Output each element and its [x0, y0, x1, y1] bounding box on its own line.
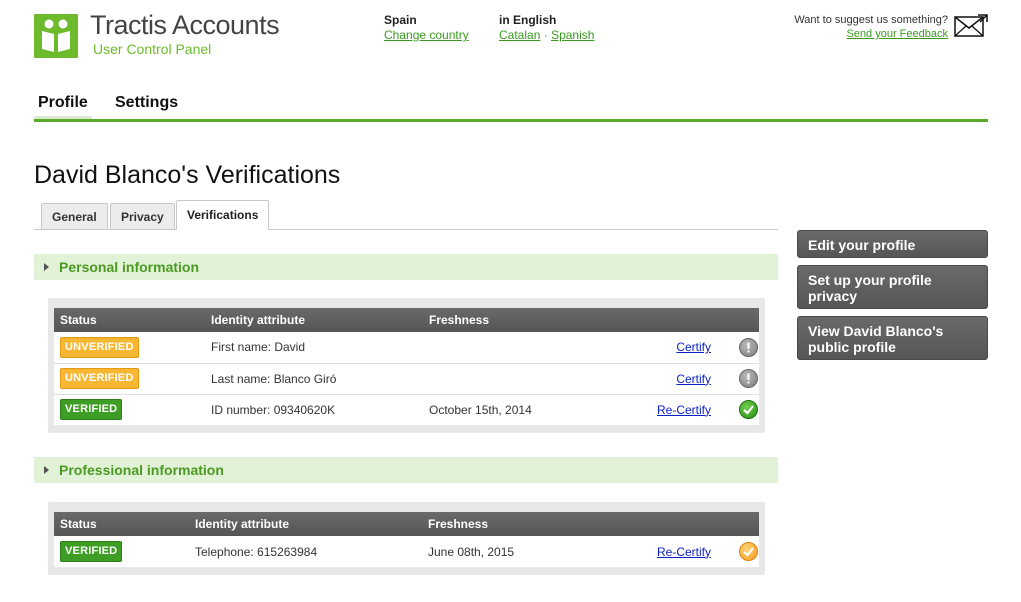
- identity-attribute: First name: David: [205, 332, 423, 364]
- tabs-baseline: [34, 229, 778, 230]
- language-label: in English: [499, 13, 557, 27]
- column-header-freshness: Freshness: [423, 308, 613, 332]
- nav-divider: [34, 119, 988, 122]
- status-badge: UNVERIFIED: [60, 336, 139, 358]
- tractis-logo-icon: [34, 14, 78, 58]
- tab-privacy[interactable]: Privacy: [110, 203, 175, 230]
- table-header-row: Status Identity attribute Freshness: [54, 308, 759, 332]
- column-header-status: Status: [54, 308, 205, 332]
- identity-attribute: ID number: 09340620K: [211, 402, 336, 417]
- recertify-link[interactable]: Re-Certify: [657, 545, 711, 559]
- table-row: UNVERIFIED First name: David Certify: [54, 332, 759, 364]
- column-header-attribute: Identity attribute: [205, 308, 423, 332]
- nav-settings[interactable]: Settings: [111, 92, 182, 119]
- tab-verifications[interactable]: Verifications: [176, 200, 270, 230]
- page-title: David Blanco's Verifications: [34, 161, 341, 189]
- tab-general[interactable]: General: [41, 203, 108, 230]
- country-label: Spain: [384, 13, 417, 27]
- section-professional-header[interactable]: Professional information: [34, 457, 778, 483]
- status-badge: VERIFIED: [60, 399, 123, 421]
- change-country-link[interactable]: Change country: [384, 28, 469, 42]
- professional-verifications-table: Status Identity attribute Freshness VERI…: [54, 512, 759, 567]
- recertify-link[interactable]: Re-Certify: [657, 403, 711, 417]
- profile-privacy-button[interactable]: Set up your profile privacy: [797, 265, 988, 309]
- freshness: [423, 363, 613, 395]
- catalan-link[interactable]: Catalan: [499, 28, 540, 42]
- status-badge: VERIFIED: [60, 541, 123, 562]
- freshness: October 15th, 2014: [429, 402, 532, 417]
- column-header-freshness: Freshness: [422, 512, 612, 536]
- language-block: in English Catalan · Spanish: [499, 13, 594, 43]
- section-personal-header[interactable]: Personal information: [34, 254, 778, 280]
- freshness: [423, 332, 613, 364]
- feedback-block: Want to suggest us something? Send your …: [760, 13, 948, 41]
- feedback-prompt: Want to suggest us something?: [794, 14, 948, 26]
- edit-profile-button[interactable]: Edit your profile: [797, 230, 988, 258]
- table-row: UNVERIFIED Last name: Blanco Giró Certif…: [54, 363, 759, 395]
- identity-attribute: Last name: Blanco Giró: [205, 363, 423, 395]
- column-header-attribute: Identity attribute: [189, 512, 422, 536]
- professional-table-panel: Status Identity attribute Freshness VERI…: [48, 502, 765, 575]
- personal-verifications-table: Status Identity attribute Freshness UNVE…: [54, 308, 759, 425]
- send-feedback-link[interactable]: Send your Feedback: [846, 28, 948, 40]
- column-header-status: Status: [54, 512, 189, 536]
- app-title: Tractis Accounts: [90, 10, 280, 40]
- app-subtitle: User Control Panel: [93, 41, 212, 57]
- column-header-icon: [733, 308, 759, 332]
- identity-attribute: Telephone: 615263984: [195, 544, 318, 559]
- view-public-profile-button[interactable]: View David Blanco's public profile: [797, 316, 988, 360]
- spanish-link[interactable]: Spanish: [551, 28, 594, 42]
- section-title: Personal information: [59, 259, 200, 275]
- expand-arrow-icon: [44, 263, 49, 271]
- personal-table-panel: Status Identity attribute Freshness UNVE…: [48, 298, 765, 433]
- mail-icon[interactable]: [954, 14, 988, 38]
- table-row: VERIFIED ID number: 09340620K October 15…: [54, 394, 759, 425]
- exclamation-icon: [739, 337, 758, 357]
- certify-link[interactable]: Certify: [676, 340, 711, 354]
- column-header-action: [612, 512, 733, 536]
- check-icon: [739, 400, 758, 420]
- check-icon: [739, 542, 758, 561]
- column-header-icon: [733, 512, 759, 536]
- column-header-action: [613, 308, 733, 332]
- expand-arrow-icon: [44, 466, 49, 474]
- status-badge: UNVERIFIED: [60, 368, 139, 389]
- nav-profile[interactable]: Profile: [34, 92, 92, 119]
- freshness: June 08th, 2015: [428, 544, 515, 559]
- language-separator: ·: [543, 28, 548, 42]
- table-row: VERIFIED Telephone: 615263984 June 08th,…: [54, 536, 759, 567]
- exclamation-icon: [739, 369, 758, 388]
- certify-link[interactable]: Certify: [676, 372, 711, 386]
- section-title: Professional information: [59, 462, 224, 478]
- table-header-row: Status Identity attribute Freshness: [54, 512, 759, 536]
- country-block: Spain Change country: [384, 13, 469, 43]
